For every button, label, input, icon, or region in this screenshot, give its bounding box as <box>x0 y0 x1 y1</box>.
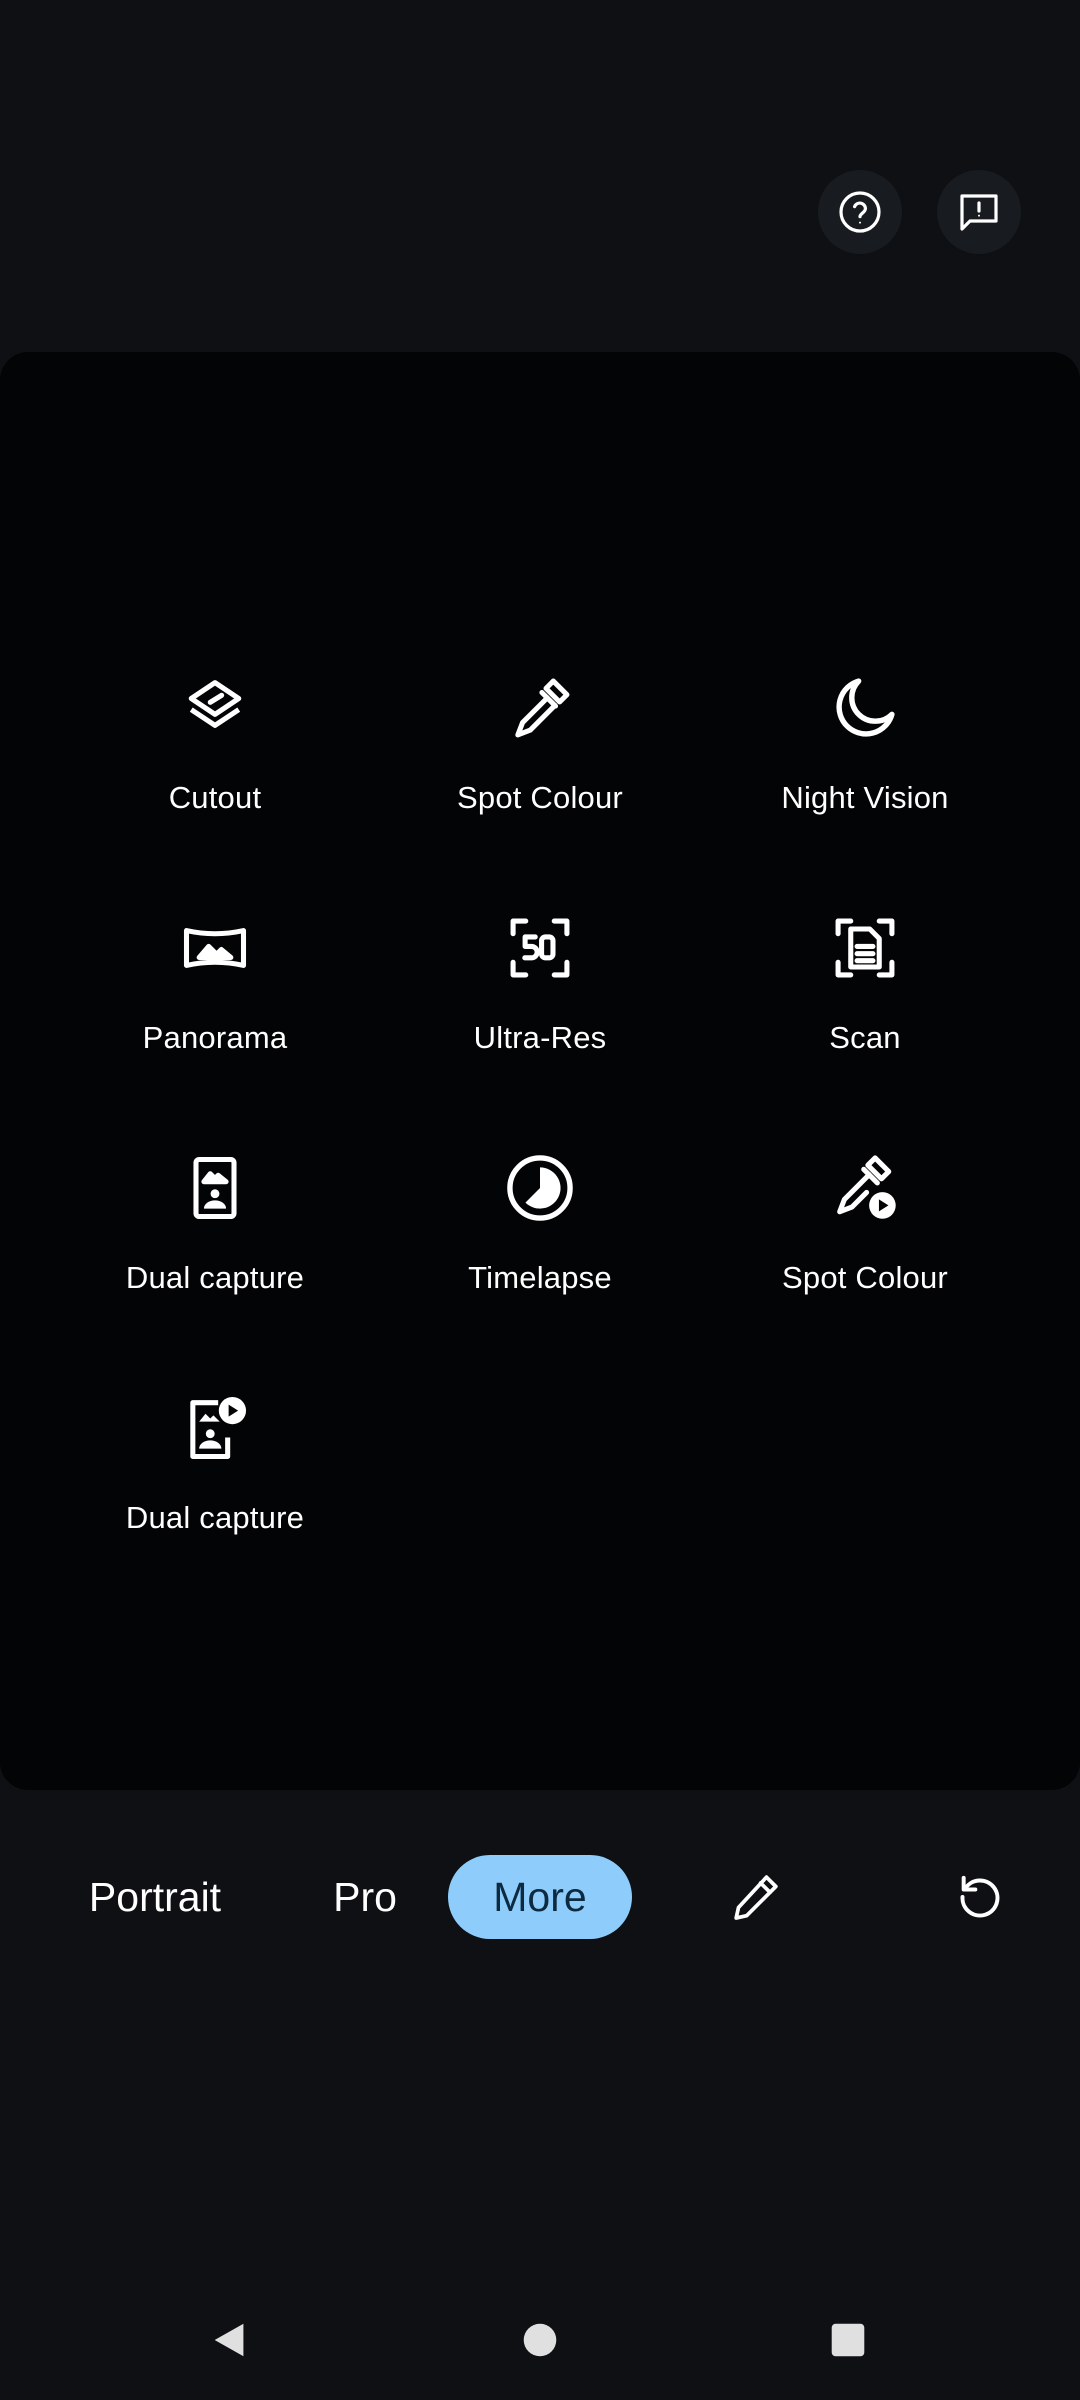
timelapse-icon <box>507 1155 573 1221</box>
ultra-res-50-icon <box>510 918 570 978</box>
reset-rotate-icon <box>960 1875 1000 1918</box>
triangle-back-icon <box>214 2323 244 2357</box>
tab-portrait[interactable]: Portrait <box>70 1855 240 1939</box>
help-button[interactable] <box>818 170 902 254</box>
tab-more[interactable]: More <box>448 1855 632 1939</box>
mode-spot-colour-video[interactable]: Spot Colour <box>705 1150 1025 1350</box>
pencil-icon <box>734 1875 778 1920</box>
cutout-layers-icon <box>188 680 242 728</box>
dual-capture-video-icon <box>190 1396 247 1460</box>
edit-modes-button[interactable] <box>724 1865 788 1929</box>
mode-spot-colour[interactable]: Spot Colour <box>380 670 700 870</box>
tab-pro[interactable]: Pro <box>310 1855 420 1939</box>
help-circle-icon <box>839 191 881 233</box>
circle-home-icon <box>523 2323 557 2357</box>
panorama-icon <box>183 928 247 968</box>
mode-scan[interactable]: Scan <box>705 910 1025 1110</box>
mode-timelapse[interactable]: Timelapse <box>380 1150 700 1350</box>
nav-back-button[interactable] <box>190 2300 270 2380</box>
reset-button[interactable] <box>948 1865 1012 1929</box>
eyedropper-video-icon <box>837 1155 896 1219</box>
camera-screen: Cutout Spot Colour Night Vision Panorama… <box>0 0 1080 2400</box>
mode-bar: Portrait Pro More <box>0 1855 1080 1939</box>
crescent-moon-icon <box>836 678 895 737</box>
feedback-icon <box>960 194 998 231</box>
mode-panorama[interactable]: Panorama <box>55 910 375 1110</box>
mode-cutout[interactable]: Cutout <box>55 670 375 870</box>
square-recents-icon <box>831 2323 865 2357</box>
eyedropper-icon <box>515 678 570 738</box>
nav-recents-button[interactable] <box>808 2300 888 2380</box>
dual-capture-photo-icon <box>193 1156 237 1220</box>
mode-ultra-res[interactable]: Ultra-Res <box>380 910 700 1110</box>
mode-dual-capture[interactable]: Dual capture <box>55 1150 375 1350</box>
nav-home-button[interactable] <box>500 2300 580 2380</box>
document-scan-icon <box>835 918 895 978</box>
feedback-button[interactable] <box>937 170 1021 254</box>
mode-dual-capture-video[interactable]: Dual capture <box>55 1390 375 1590</box>
viewfinder: Cutout Spot Colour Night Vision Panorama… <box>0 352 1080 1790</box>
mode-night-vision[interactable]: Night Vision <box>705 670 1025 870</box>
